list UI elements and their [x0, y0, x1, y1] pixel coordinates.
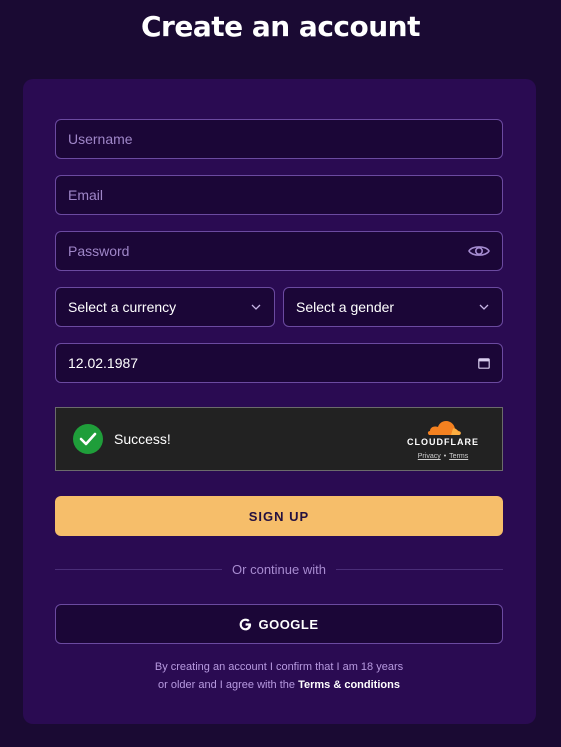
legal-line-2: or older and I agree with the Terms & co… — [55, 676, 503, 694]
legal-line-2-prefix: or older and I agree with the — [158, 679, 296, 691]
signup-page: Create an account Username Email Passwor… — [0, 0, 561, 747]
terms-conditions-link[interactable]: Terms & conditions — [298, 679, 400, 691]
divider-line-right — [335, 568, 503, 570]
captcha-status: Success! — [114, 431, 171, 447]
captcha-privacy-link[interactable]: Privacy — [418, 453, 441, 460]
google-signin-button[interactable]: GOOGLE — [55, 604, 503, 644]
currency-select-value: Select a currency — [68, 299, 177, 315]
legal-notice: By creating an account I confirm that I … — [55, 658, 503, 694]
cloudflare-logo: CLOUDFLARE Privacy • Terms — [398, 418, 488, 460]
sign-up-button[interactable]: SIGN UP — [55, 496, 503, 536]
captcha-widget[interactable]: Success! CLOUDFLARE Privacy • Terms — [55, 407, 503, 471]
legal-line-1: By creating an account I confirm that I … — [154, 661, 404, 673]
captcha-link-separator: • — [443, 453, 447, 460]
cloudflare-wordmark: CLOUDFLARE — [407, 437, 479, 447]
password-placeholder: Password — [68, 243, 130, 259]
google-g-icon — [239, 618, 252, 631]
google-button-label: GOOGLE — [258, 616, 319, 632]
username-placeholder: Username — [68, 131, 133, 147]
eye-icon[interactable] — [468, 243, 490, 259]
currency-select[interactable]: Select a currency — [55, 287, 275, 327]
username-field[interactable]: Username — [55, 119, 503, 159]
password-field[interactable]: Password — [55, 231, 503, 271]
page-title: Create an account — [140, 10, 421, 43]
gender-select[interactable]: Select a gender — [283, 287, 503, 327]
gender-select-value: Select a gender — [296, 299, 395, 315]
email-field[interactable]: Email — [55, 175, 503, 215]
calendar-icon[interactable] — [478, 357, 490, 369]
divider-text: Or continue with — [232, 561, 326, 577]
check-icon — [68, 419, 108, 459]
social-divider: Or continue with — [55, 560, 503, 578]
divider-line-left — [55, 568, 223, 570]
birthdate-field[interactable]: 12.02.1987 — [55, 343, 503, 383]
chevron-down-icon — [250, 301, 262, 313]
captcha-terms-link[interactable]: Terms — [449, 453, 468, 460]
email-placeholder: Email — [68, 187, 104, 203]
birthdate-value: 12.02.1987 — [68, 355, 139, 371]
chevron-down-icon — [478, 301, 490, 313]
